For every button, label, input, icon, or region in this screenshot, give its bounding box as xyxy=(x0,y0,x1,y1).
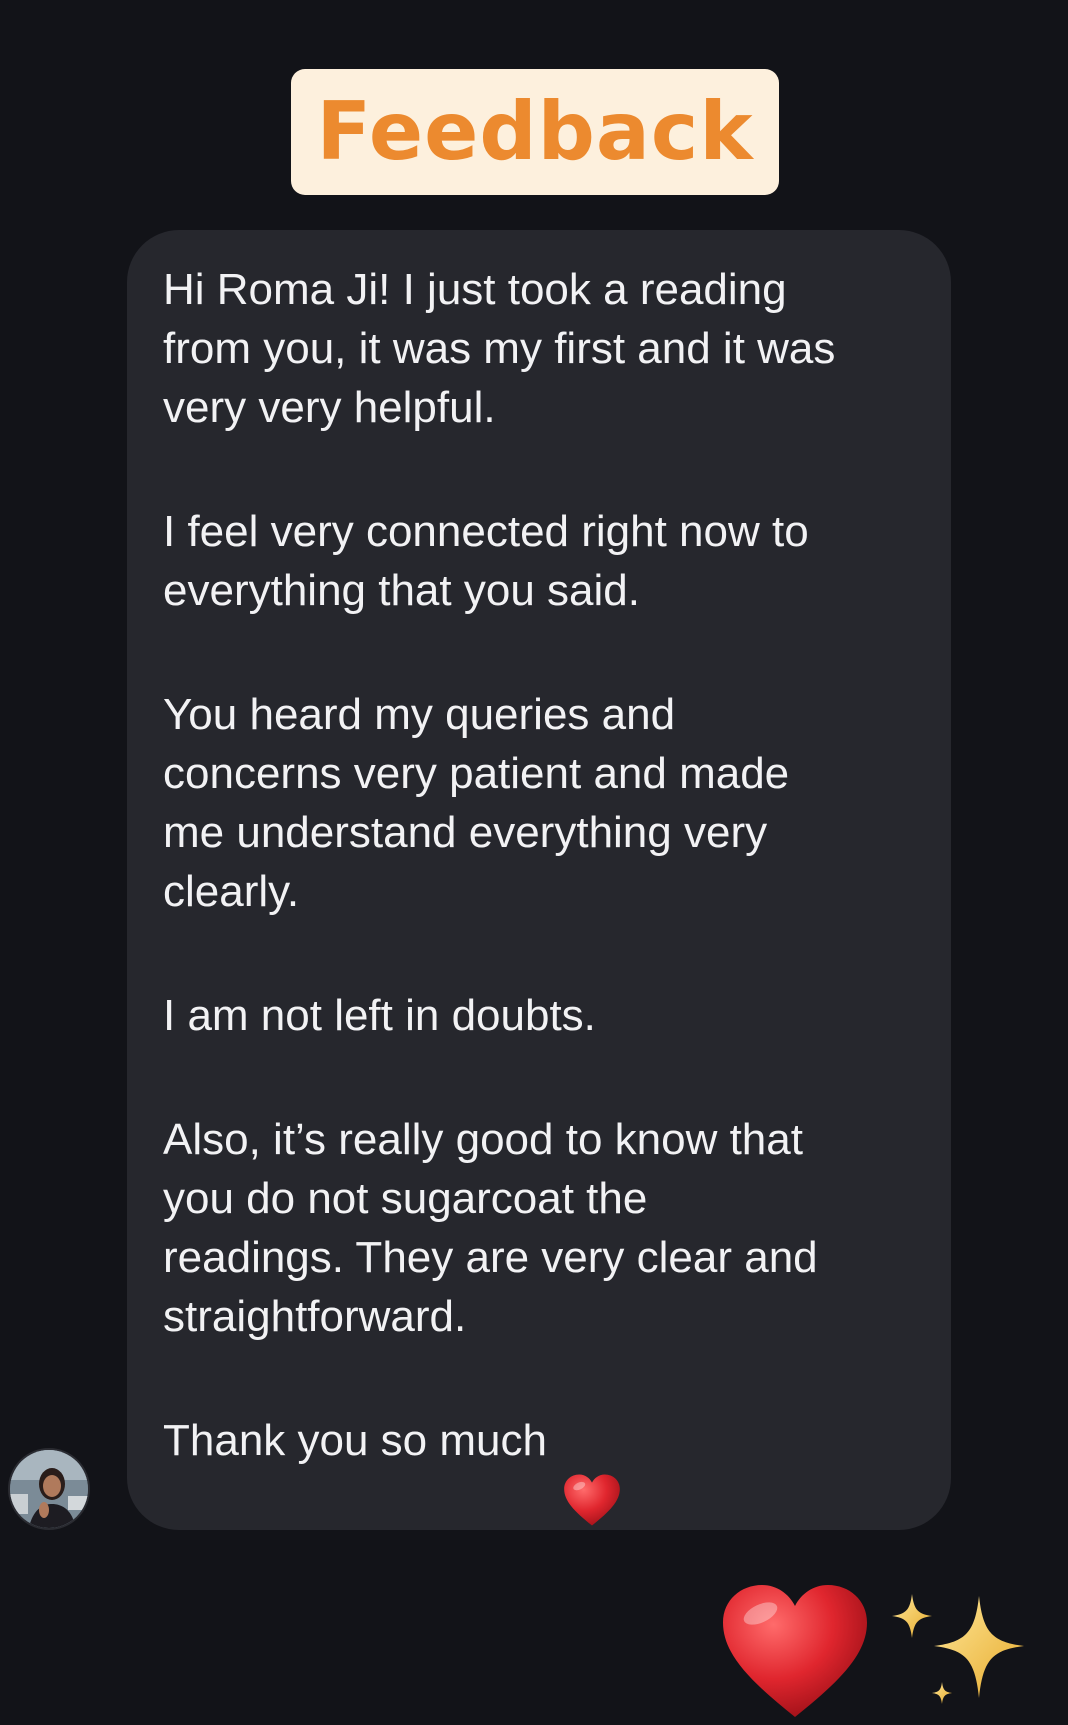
message-paragraph: Also, it’s really good to know that you … xyxy=(163,1115,818,1341)
message-bubble[interactable]: Hi Roma Ji! I just took a reading from y… xyxy=(127,230,951,1530)
red-heart-icon xyxy=(563,1414,621,1526)
message-paragraph: I am not left in doubts. xyxy=(163,991,596,1040)
feedback-title: Feedback xyxy=(316,85,754,178)
message-closing: Thank you so much xyxy=(163,1411,921,1526)
sparkles-icon xyxy=(884,1586,1034,1706)
message-paragraph: You heard my queries and concerns very p… xyxy=(163,690,790,916)
closing-text: Thank you so much xyxy=(163,1416,547,1465)
red-heart-icon xyxy=(720,1582,870,1722)
sender-avatar[interactable] xyxy=(8,1448,90,1530)
message-paragraph: Hi Roma Ji! I just took a reading from y… xyxy=(163,265,836,432)
message-paragraph: I feel very connected right now to every… xyxy=(163,507,809,615)
feedback-badge: Feedback xyxy=(291,69,779,195)
